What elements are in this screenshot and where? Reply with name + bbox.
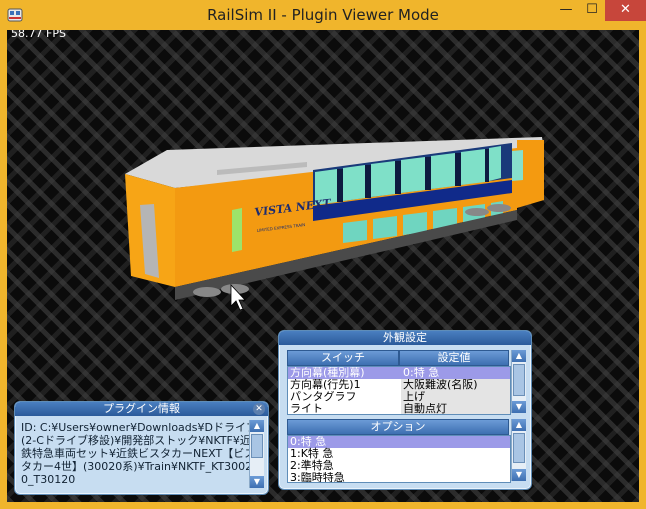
value-column-header[interactable]: 設定値 bbox=[399, 350, 509, 366]
scroll-thumb[interactable] bbox=[251, 434, 263, 458]
switch-column-header[interactable]: スイッチ bbox=[287, 350, 399, 366]
plugin-info-title: プラグイン情報 bbox=[15, 402, 268, 416]
switch-value: 自動点灯 bbox=[401, 403, 510, 414]
window-frame-left bbox=[0, 30, 7, 509]
switch-value: 上げ bbox=[401, 391, 510, 403]
scroll-thumb[interactable] bbox=[513, 433, 525, 463]
option-list-scrollbar[interactable]: ▲ ▼ bbox=[511, 419, 526, 481]
switch-name: 方向幕(行先)1 bbox=[290, 379, 361, 391]
option-header: オプション bbox=[287, 419, 509, 435]
appearance-settings-title: 外観設定 bbox=[279, 331, 531, 345]
switch-row[interactable]: ライト 自動点灯 bbox=[288, 403, 510, 414]
switch-row[interactable]: 方向幕(種別幕) 0:特 急 bbox=[288, 367, 510, 379]
maximize-button[interactable]: ☐ bbox=[579, 0, 605, 21]
scroll-down-icon[interactable]: ▼ bbox=[512, 401, 526, 413]
switch-value: 0:特 急 bbox=[401, 367, 510, 379]
scroll-thumb[interactable] bbox=[513, 364, 525, 396]
appearance-settings-panel[interactable]: 外観設定 スイッチ 設定値 方向幕(種別幕) 0:特 急 方向幕(行先)1 大阪… bbox=[278, 330, 532, 490]
minimize-button[interactable]: — bbox=[553, 0, 579, 21]
switch-list[interactable]: 方向幕(種別幕) 0:特 急 方向幕(行先)1 大阪難波(名阪) パンタグラフ … bbox=[287, 366, 511, 415]
switch-row[interactable]: 方向幕(行先)1 大阪難波(名阪) bbox=[288, 379, 510, 391]
window-frame-right bbox=[639, 30, 646, 509]
option-item[interactable]: 2:準特急 bbox=[288, 460, 510, 472]
scroll-up-icon[interactable]: ▲ bbox=[512, 419, 526, 431]
window-title: RailSim II - Plugin Viewer Mode bbox=[207, 6, 439, 24]
window-frame-bottom bbox=[0, 502, 646, 509]
option-item[interactable]: 3:臨時特急 bbox=[288, 472, 510, 482]
scroll-down-icon[interactable]: ▼ bbox=[250, 476, 264, 488]
switch-name: ライト bbox=[290, 403, 323, 414]
scroll-down-icon[interactable]: ▼ bbox=[512, 469, 526, 481]
switch-name: 方向幕(種別幕) bbox=[290, 367, 365, 379]
plugin-info-panel[interactable]: プラグイン情報 ✕ ID: C:¥Users¥owner¥Downloads¥D… bbox=[14, 401, 269, 495]
switch-row[interactable]: パンタグラフ 上げ bbox=[288, 391, 510, 403]
plugin-info-text: ID: C:¥Users¥owner¥Downloads¥Dドライブ(2-Cドラ… bbox=[21, 421, 257, 486]
switch-name: パンタグラフ bbox=[290, 391, 357, 403]
plugin-info-scrollbar[interactable]: ▲ ▼ bbox=[249, 420, 264, 488]
switch-list-scrollbar[interactable]: ▲ ▼ bbox=[511, 350, 526, 413]
scroll-up-icon[interactable]: ▲ bbox=[250, 420, 264, 432]
close-button[interactable]: ✕ bbox=[605, 0, 646, 21]
switch-value: 大阪難波(名阪) bbox=[401, 379, 510, 391]
close-icon[interactable]: ✕ bbox=[253, 403, 265, 415]
option-list[interactable]: 0:特 急 1:K特 急 2:準特急 3:臨時特急 bbox=[287, 435, 511, 483]
scroll-up-icon[interactable]: ▲ bbox=[512, 350, 526, 362]
